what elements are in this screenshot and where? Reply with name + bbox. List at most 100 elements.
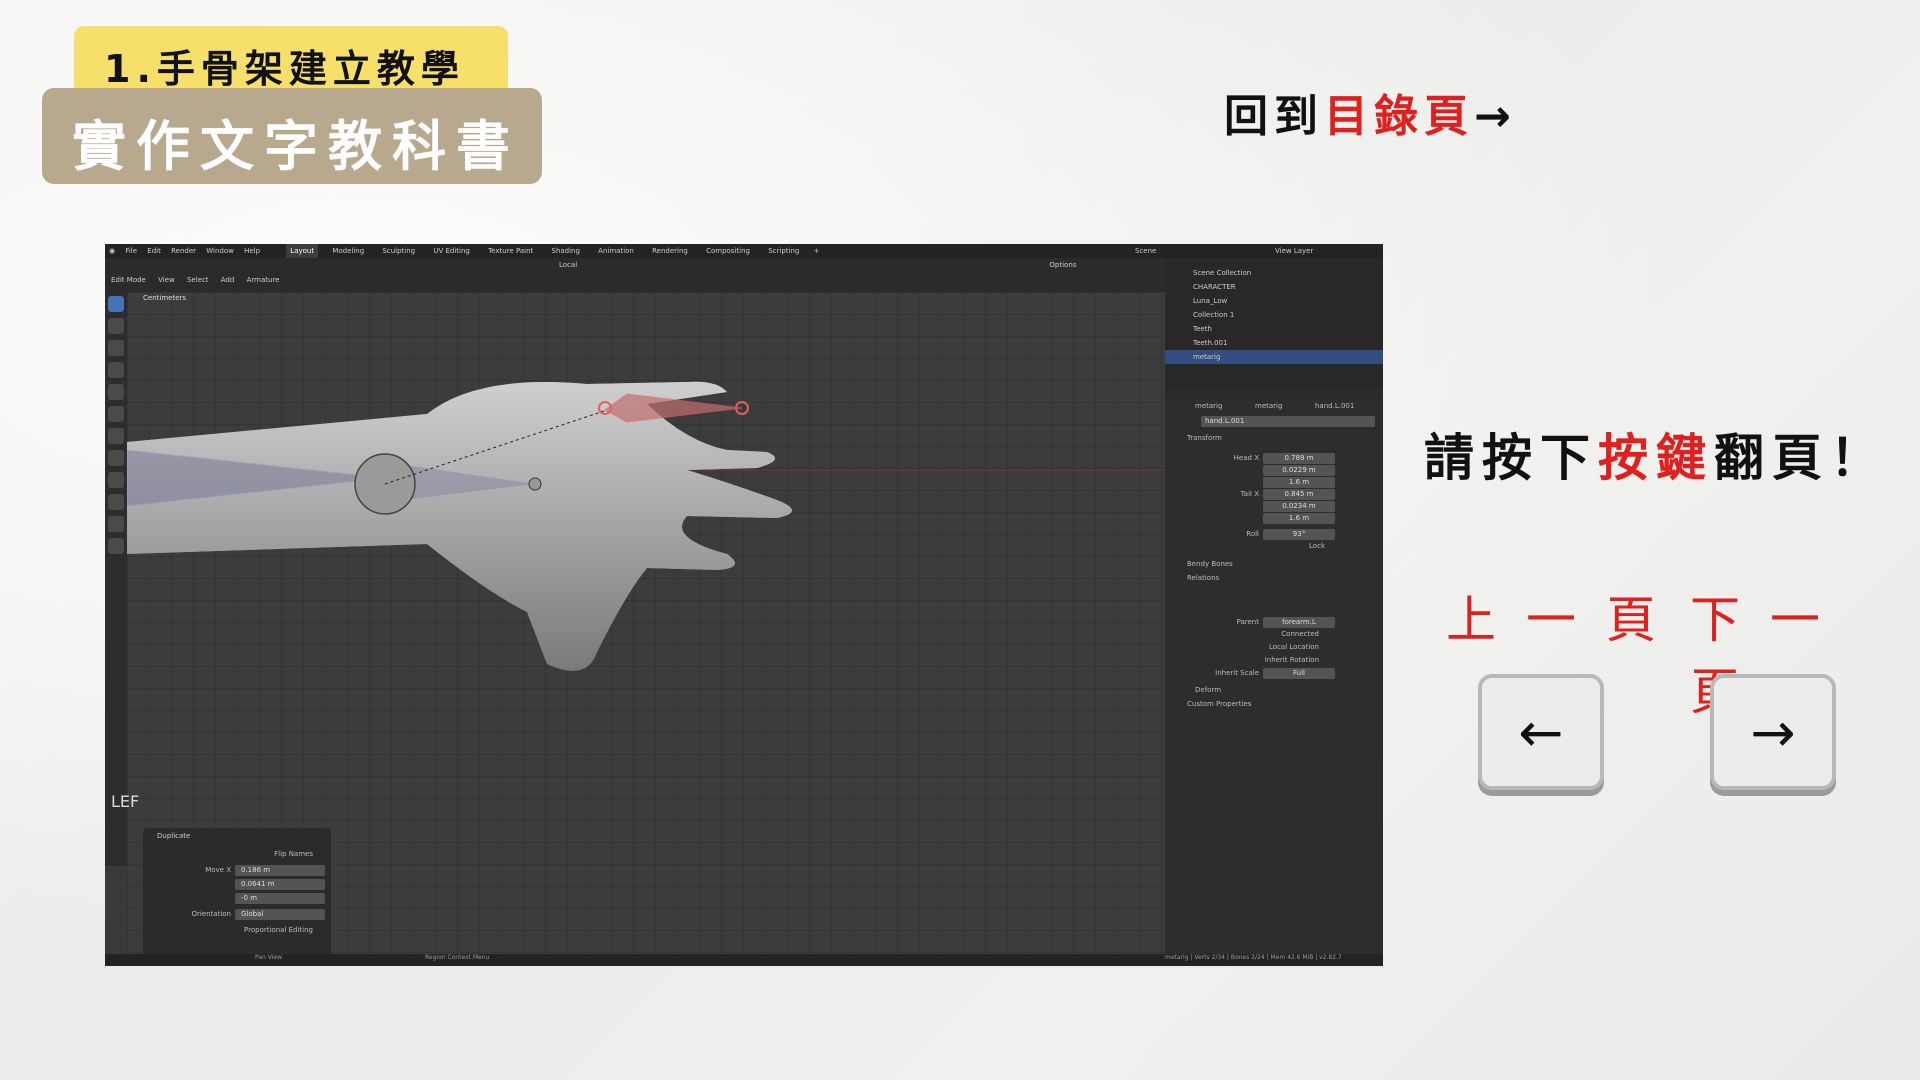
menu-edit[interactable]: Edit — [147, 244, 161, 258]
lesson-subtitle: 1.手骨架建立教學 — [104, 47, 465, 91]
relations-section[interactable]: Relations — [1187, 574, 1219, 582]
move-z-field[interactable]: -0 m — [235, 893, 325, 904]
tab-sculpting[interactable]: Sculpting — [378, 244, 419, 258]
roll-field[interactable]: 93° — [1263, 529, 1335, 540]
bone-size-tool-icon[interactable] — [108, 516, 124, 532]
head-z-field[interactable]: 1.6 m — [1263, 477, 1335, 488]
tail-z-field[interactable]: 1.6 m — [1263, 513, 1335, 524]
roll-tool-icon[interactable] — [108, 494, 124, 510]
book-title: 實作文字教科書 — [72, 115, 520, 178]
menu-help[interactable]: Help — [244, 244, 260, 258]
inherit-rotation-label: Inherit Rotation — [1264, 656, 1319, 664]
measure-tool-icon[interactable] — [108, 450, 124, 466]
move-y-field[interactable]: 0.0641 m — [235, 879, 325, 890]
outliner-row-selected[interactable]: metarig — [1165, 350, 1383, 364]
bone-name-field[interactable]: hand.L.001 — [1201, 416, 1375, 427]
breadcrumb-armature: metarig — [1195, 402, 1223, 410]
toc-link-highlight: 目錄頁 — [1324, 91, 1474, 142]
arrow-left-icon: ← — [1518, 700, 1564, 764]
menu-window[interactable]: Window — [206, 244, 234, 258]
menu-file[interactable]: File — [125, 244, 137, 258]
duplicate-operator-panel: Duplicate Flip Names Move X 0.186 m 0.06… — [143, 828, 331, 956]
outliner-row[interactable]: Teeth.001 — [1165, 336, 1383, 350]
outliner-row[interactable]: Teeth — [1165, 322, 1383, 336]
transform-tool-icon[interactable] — [108, 406, 124, 422]
view-layer-selector[interactable]: View Layer — [1275, 244, 1313, 258]
menu-view[interactable]: View — [158, 276, 175, 284]
next-page-button[interactable]: → — [1710, 674, 1836, 790]
head-y-field[interactable]: 0.0229 m — [1263, 465, 1335, 476]
scale-tool-icon[interactable] — [108, 384, 124, 400]
prev-page-label: 上一頁 — [1446, 591, 1686, 649]
move-x-field[interactable]: 0.186 m — [235, 865, 325, 876]
arrow-right-icon: → — [1750, 700, 1796, 764]
status-bar: Pan View Region Context Menu metarig | V… — [105, 954, 1383, 966]
status-stats: metarig | Verts 2/34 | Bones 2/24 | Mem … — [1165, 954, 1342, 961]
tail-y-field[interactable]: 0.0234 m — [1263, 501, 1335, 512]
hint-highlight: 按鍵 — [1598, 429, 1714, 487]
tab-animation[interactable]: Animation — [594, 244, 638, 258]
cursor-tool-icon[interactable] — [108, 318, 124, 334]
tab-layout[interactable]: Layout — [286, 244, 319, 258]
roll-label: Roll — [1246, 530, 1259, 538]
bone-envelope-tool-icon[interactable] — [108, 538, 124, 554]
tail-x-field[interactable]: 0.845 m — [1263, 489, 1335, 500]
page-hint: 請按下按鍵翻頁！ — [1424, 418, 1888, 490]
tab-rendering[interactable]: Rendering — [648, 244, 692, 258]
tab-shading[interactable]: Shading — [548, 244, 584, 258]
right-panels: Scene Collection CHARACTER Luna_Low Coll… — [1165, 258, 1383, 954]
rotate-tool-icon[interactable] — [108, 362, 124, 378]
breadcrumb-bone: hand.L.001 — [1315, 402, 1355, 410]
outliner: Scene Collection CHARACTER Luna_Low Coll… — [1165, 258, 1383, 388]
orientation-label: Orientation — [191, 910, 231, 918]
head-x-label: Head X — [1233, 454, 1259, 462]
properties-editor: metarig metarig hand.L.001 hand.L.001 Tr… — [1165, 398, 1383, 954]
options-menu[interactable]: Options — [1049, 261, 1076, 269]
outliner-row[interactable]: Scene Collection — [1165, 266, 1383, 280]
mode-selector[interactable]: Edit Mode — [111, 276, 146, 284]
tab-compositing[interactable]: Compositing — [702, 244, 754, 258]
custom-properties-section[interactable]: Custom Properties — [1187, 700, 1251, 708]
viewport-header: Local Options Edit Mode View Select Add … — [105, 258, 1165, 292]
tab-uv-editing[interactable]: UV Editing — [429, 244, 474, 258]
transform-orientation[interactable]: Local — [559, 261, 577, 269]
add-workspace-icon[interactable]: + — [814, 244, 820, 258]
transform-section[interactable]: Transform — [1187, 434, 1222, 442]
tail-x-label: Tail X — [1240, 490, 1259, 498]
menu-select[interactable]: Select — [187, 276, 209, 284]
outliner-row[interactable]: Luna_Low — [1165, 294, 1383, 308]
flip-names-label: Flip Names — [274, 850, 313, 858]
menu-add[interactable]: Add — [221, 276, 235, 284]
outliner-row[interactable]: CHARACTER — [1165, 280, 1383, 294]
toc-link[interactable]: 回到目錄頁→ — [1224, 80, 1517, 144]
scene-selector[interactable]: Scene — [1135, 244, 1156, 258]
extrude-tool-icon[interactable] — [108, 472, 124, 488]
connected-label: Connected — [1281, 630, 1319, 638]
outliner-row[interactable]: Collection 1 — [1165, 308, 1383, 322]
annotate-tool-icon[interactable] — [108, 428, 124, 444]
parent-field[interactable]: forearm.L — [1263, 617, 1335, 628]
menu-armature[interactable]: Armature — [247, 276, 280, 284]
lesson-tag: 1.手骨架建立教學 — [74, 26, 508, 96]
status-pan-view: Pan View — [255, 954, 282, 961]
lock-label: Lock — [1309, 542, 1325, 550]
parent-label: Parent — [1236, 618, 1259, 626]
bendy-bones-section[interactable]: Bendy Bones — [1187, 560, 1233, 568]
menu-render[interactable]: Render — [171, 244, 196, 258]
tab-modeling[interactable]: Modeling — [328, 244, 368, 258]
tab-scripting[interactable]: Scripting — [764, 244, 803, 258]
prev-page-button[interactable]: ← — [1478, 674, 1604, 790]
view-orientation-label: LEF — [111, 792, 140, 811]
tab-texture-paint[interactable]: Texture Paint — [484, 244, 537, 258]
move-tool-icon[interactable] — [108, 340, 124, 356]
head-x-field[interactable]: 0.789 m — [1263, 453, 1335, 464]
breadcrumb-data: metarig — [1255, 402, 1283, 410]
orientation-select[interactable]: Global — [235, 909, 325, 920]
move-x-label: Move X — [205, 866, 231, 874]
deform-section[interactable]: Deform — [1195, 686, 1221, 694]
blender-logo-icon[interactable]: ◉ — [109, 244, 115, 258]
arrow-right-icon: → — [1474, 91, 1517, 142]
inherit-scale-select[interactable]: Full — [1263, 668, 1335, 679]
duplicate-title[interactable]: Duplicate — [157, 832, 190, 840]
select-tool-icon[interactable] — [108, 296, 124, 312]
